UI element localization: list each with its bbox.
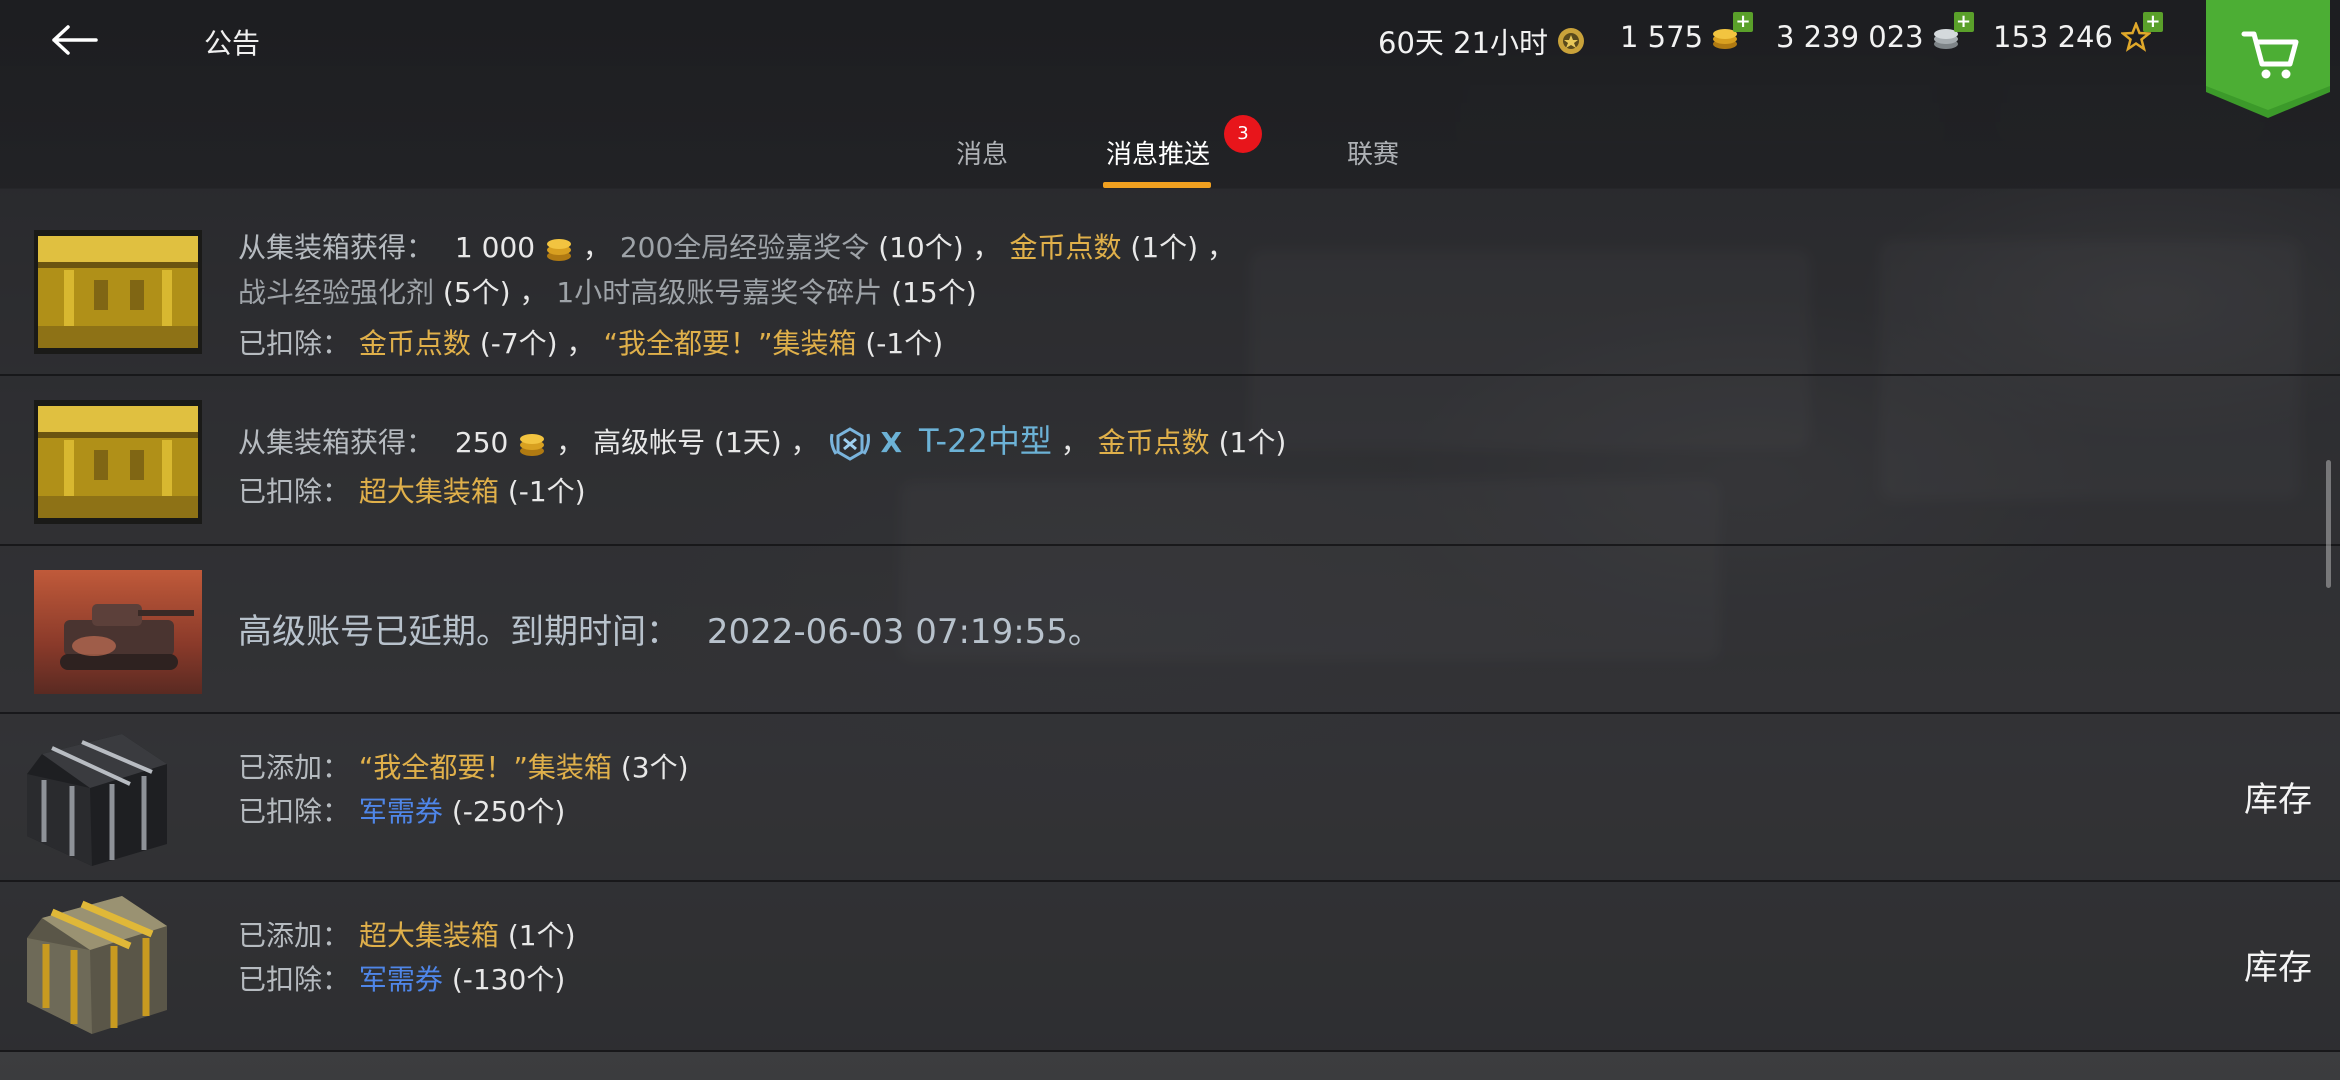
silver-coin-icon: + (1932, 12, 1974, 52)
gold-balance[interactable]: 1 575 + (1620, 12, 1754, 54)
gold-coin-icon (520, 434, 545, 456)
separator: ， (1060, 426, 1089, 459)
inventory-button[interactable]: 库存 (2244, 940, 2312, 989)
add-free-xp-plus-icon[interactable]: + (2142, 12, 2163, 32)
notification-badge: 3 (1224, 115, 1262, 153)
premium-laurel-icon (1558, 28, 1585, 54)
tab-messages[interactable]: 消息 (956, 134, 1008, 171)
page-title: 公告 (204, 27, 261, 60)
deduction-label: 已扣除： (238, 327, 351, 360)
free-xp-amount: 153 246 (1993, 20, 2113, 54)
deduction-label: 已扣除： (238, 475, 351, 508)
reward-item: 1小时高级账号嘉奖令碎片 (556, 276, 883, 309)
reward-qty: (10个) (878, 231, 964, 264)
separator: ， (582, 231, 611, 264)
add-credits-plus-icon[interactable]: + (1953, 12, 1974, 32)
separator: ， (519, 276, 548, 309)
separator: ， (790, 426, 819, 459)
black-crate-image (27, 734, 167, 866)
deduction-qty: (-1个) (507, 475, 586, 508)
reward-qty: (1天) (714, 426, 782, 459)
reward-item: 战斗经验强化剂 (238, 276, 435, 309)
premium-extended-message: 高级账号已延期。到期时间： 2022-06-03 07:19:55。 (238, 604, 1102, 653)
credits-balance[interactable]: 3 239 023 + (1776, 12, 1974, 54)
premium-time-display[interactable]: 60天 21小时 (1378, 20, 1586, 62)
list-item: 高级账号已延期。到期时间： 2022-06-03 07:19:55。 (0, 546, 2340, 714)
reward-qty: (15个) (891, 276, 977, 309)
reward-item: 200全局经验嘉奖令 (619, 231, 870, 264)
gold-coin-icon: + (1711, 12, 1754, 52)
reward-qty: (1个) (1130, 231, 1199, 264)
deduction-line: 已扣除： 超大集装箱 (-1个) (238, 470, 586, 510)
reward-qty: (1个) (1218, 426, 1287, 459)
reward-item: 高级帐号 (593, 426, 706, 459)
deduction-line: 已扣除： 金币点数 (-7个) ， “我全都要！”集装箱 (-1个) (238, 322, 943, 362)
reward-line: 战斗经验强化剂 (5个) ， 1小时高级账号嘉奖令碎片 (15个) (238, 271, 977, 311)
credits-amount: 3 239 023 (1776, 20, 1924, 54)
reward-label: 从集装箱获得： (238, 231, 435, 264)
added-label: 已添加： (238, 751, 351, 784)
list-item: 已添加： 超大集装箱 (1个) 已扣除： 军需券 (-130个) 库存 (0, 882, 2340, 1052)
deduction-item: 军需券 (358, 795, 443, 828)
reward-line: 从集装箱获得： 1 000 ， 200全局经验嘉奖令 (10个) ， 金币点数 … (238, 226, 1235, 266)
reward-label: 从集装箱获得： (238, 426, 435, 459)
deduction-label: 已扣除： (238, 963, 351, 996)
list-item: 已添加： “我全都要！”集装箱 (3个) 已扣除： 军需券 (-250个) 库存 (0, 714, 2340, 882)
gold-amount: 1 575 (1620, 20, 1704, 54)
expiry-date: 2022-06-03 07:19:55。 (706, 612, 1102, 652)
added-label: 已添加： (238, 919, 351, 952)
deduction-qty: (-130个) (451, 963, 566, 996)
added-item: 超大集装箱 (358, 919, 499, 952)
added-line: 已添加： “我全都要！”集装箱 (3个) (238, 746, 689, 786)
reward-item: 金币点数 (1009, 231, 1122, 264)
deduction-item: “我全都要！”集装箱 (603, 327, 857, 360)
deduction-qty: (-7个) (479, 327, 558, 360)
reward-qty: (5个) (442, 276, 511, 309)
tab-bar: 消息 消息推送 联赛 (0, 126, 2340, 188)
gold-crate-image (34, 230, 202, 354)
scrollbar[interactable] (2326, 460, 2331, 588)
deduction-label: 已扣除： (238, 795, 351, 828)
deduction-item: 超大集装箱 (358, 475, 499, 508)
added-item: “我全都要！”集装箱 (358, 751, 612, 784)
free-xp-balance[interactable]: 153 246 + (1993, 12, 2163, 54)
separator: ， (972, 231, 1001, 264)
message-text: 高级账号已延期。到期时间： (238, 612, 680, 652)
premium-time-text: 60天 21小时 (1378, 26, 1549, 60)
shop-cart-button[interactable] (2206, 0, 2330, 118)
gold-crate-image (34, 400, 202, 524)
list-item: 从集装箱获得： 1 000 ， 200全局经验嘉奖令 (10个) ， 金币点数 … (0, 188, 2340, 376)
deduction-qty: (-250个) (451, 795, 566, 828)
added-qty: (3个) (620, 751, 689, 784)
back-button[interactable] (48, 16, 104, 64)
tab-push-messages[interactable]: 消息推送 (1106, 134, 1210, 171)
deduction-line: 已扣除： 军需券 (-130个) (238, 958, 565, 998)
reward-item: 金币点数 (1097, 426, 1210, 459)
deduction-line: 已扣除： 军需券 (-250个) (238, 790, 565, 830)
gold-coin-icon (547, 239, 571, 261)
top-bar: 公告 60天 21小时 1 575 + 3 239 023 + 153 246 … (0, 0, 2340, 189)
separator: ， (1207, 231, 1236, 264)
add-gold-plus-icon[interactable]: + (1733, 12, 1754, 32)
gold-grey-crate-image (27, 896, 167, 1034)
added-qty: (1个) (507, 919, 576, 952)
added-line: 已添加： 超大集装箱 (1个) (238, 914, 576, 954)
separator: ， (556, 426, 585, 459)
separator: ， (566, 327, 595, 360)
back-arrow-icon (52, 25, 98, 55)
tab-league[interactable]: 联赛 (1347, 134, 1399, 171)
gold-amount: 250 (454, 426, 509, 459)
tank-battle-image (34, 570, 202, 694)
deduction-item: 金币点数 (358, 327, 471, 360)
list-item: 从集装箱获得： 250 ， 高级帐号 (1天) ， X T-22中型 ， 金币点… (0, 376, 2340, 546)
star-icon: + (2119, 12, 2163, 52)
inventory-button[interactable]: 库存 (2244, 772, 2312, 821)
tank-name: T-22中型 (918, 422, 1052, 460)
reward-line: 从集装箱获得： 250 ， 高级帐号 (1天) ， X T-22中型 ， 金币点… (238, 416, 1286, 462)
gold-amount: 1 000 (454, 231, 536, 264)
deduction-item: 军需券 (358, 963, 443, 996)
tier-x-icon (829, 427, 870, 461)
deduction-qty: (-1个) (865, 327, 944, 360)
tank-tier: X (880, 426, 903, 459)
